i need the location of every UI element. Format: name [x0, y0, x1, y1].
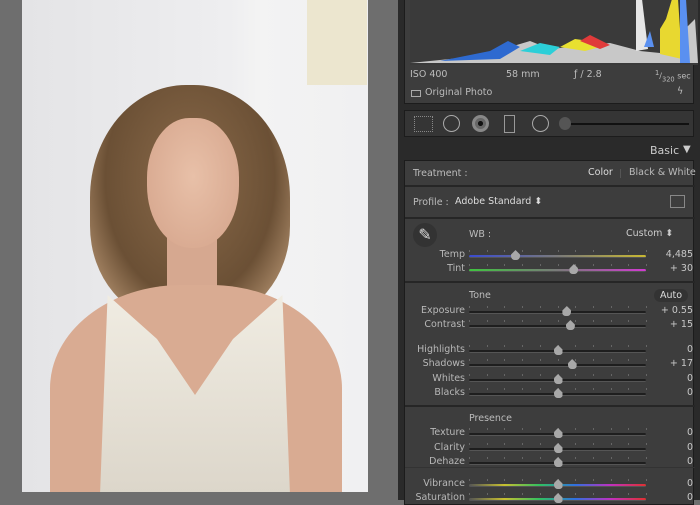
- clarity-slider[interactable]: [469, 443, 647, 453]
- highlights-value[interactable]: 0: [643, 344, 693, 355]
- texture-slider-handle[interactable]: [553, 428, 563, 438]
- dehaze-slider[interactable]: [469, 457, 647, 467]
- graduated-filter-icon[interactable]: [504, 115, 515, 133]
- highlights-slider[interactable]: [469, 345, 647, 355]
- shadows-label: Shadows: [422, 358, 465, 369]
- wb-dropdown[interactable]: Custom ⬍: [626, 228, 673, 239]
- exposure-label: Exposure: [421, 305, 465, 316]
- dehaze-label: Dehaze: [429, 456, 465, 467]
- treatment-label: Treatment :: [413, 168, 468, 179]
- spot-removal-icon[interactable]: [443, 115, 460, 132]
- focal-length-readout: 58 mm: [506, 69, 540, 80]
- histogram-panel: ISO 400 58 mm ƒ / 2.8 1/320 sec Original…: [404, 0, 698, 104]
- vibrance-slider[interactable]: [469, 479, 647, 489]
- original-photo-icon: [411, 90, 421, 97]
- dehaze-value[interactable]: 0: [643, 456, 693, 467]
- highlights-slider-handle[interactable]: [553, 345, 563, 355]
- face: [147, 118, 239, 248]
- tint-label: Tint: [447, 263, 465, 274]
- dehaze-slider-handle[interactable]: [553, 457, 563, 467]
- blacks-slider-handle[interactable]: [553, 388, 563, 398]
- saturation-slider-handle[interactable]: [553, 493, 563, 503]
- whites-slider-handle[interactable]: [553, 374, 563, 384]
- shadows-slider[interactable]: [469, 359, 647, 369]
- wb-label: WB :: [469, 229, 492, 240]
- adjustment-brush-slider[interactable]: [565, 123, 689, 125]
- blacks-label: Blacks: [434, 387, 465, 398]
- develop-right-panel: ISO 400 58 mm ƒ / 2.8 1/320 sec Original…: [398, 0, 700, 505]
- temp-slider[interactable]: [469, 250, 647, 260]
- auto-tone-button[interactable]: Auto: [654, 289, 689, 302]
- contrast-slider[interactable]: [469, 320, 647, 330]
- profile-dropdown[interactable]: Adobe Standard ⬍: [455, 196, 542, 207]
- blacks-slider[interactable]: [469, 388, 647, 398]
- exposure-slider[interactable]: [469, 306, 647, 316]
- basic-panel-title[interactable]: Basic: [650, 144, 679, 157]
- profile-label: Profile :: [413, 197, 449, 208]
- exposure-value[interactable]: + 0.55: [643, 305, 693, 316]
- original-photo-label[interactable]: Original Photo: [425, 87, 492, 98]
- temp-slider-handle[interactable]: [511, 250, 521, 260]
- clarity-value[interactable]: 0: [643, 442, 693, 453]
- clarity-slider-handle[interactable]: [553, 443, 563, 453]
- aperture-readout: ƒ / 2.8: [574, 69, 602, 80]
- tone-label: Tone: [469, 290, 491, 301]
- portrait-photo: [22, 0, 368, 492]
- highlights-label: Highlights: [417, 344, 465, 355]
- wall-frame: [307, 0, 367, 85]
- texture-slider[interactable]: [469, 428, 647, 438]
- collapse-triangle-icon[interactable]: ▼: [683, 144, 691, 155]
- basic-panel: Treatment : Color Black & White Profile …: [404, 160, 696, 505]
- saturation-value[interactable]: 0: [643, 492, 693, 503]
- wb-eyedropper-icon[interactable]: ✎: [413, 223, 437, 247]
- contrast-label: Contrast: [424, 319, 465, 330]
- shadows-value[interactable]: + 17: [643, 358, 693, 369]
- presence-label: Presence: [469, 413, 512, 424]
- divider: [620, 169, 621, 178]
- histogram-chart: [410, 0, 698, 65]
- tint-slider[interactable]: [469, 264, 647, 274]
- shutter-readout: 1/320 sec: [655, 69, 691, 84]
- vibrance-label: Vibrance: [423, 478, 465, 489]
- iso-readout: ISO 400: [410, 69, 448, 80]
- flash-icon: ϟ: [677, 86, 684, 97]
- texture-value[interactable]: 0: [643, 427, 693, 438]
- crop-overlay-icon[interactable]: [414, 116, 433, 132]
- tint-value[interactable]: + 30: [643, 263, 693, 274]
- contrast-slider-handle[interactable]: [565, 320, 575, 330]
- radial-filter-icon[interactable]: [532, 115, 549, 132]
- blacks-value[interactable]: 0: [643, 387, 693, 398]
- whites-value[interactable]: 0: [643, 373, 693, 384]
- exposure-slider-handle[interactable]: [562, 306, 572, 316]
- vibrance-slider-handle[interactable]: [553, 479, 563, 489]
- temp-label: Temp: [439, 249, 465, 260]
- vibrance-value[interactable]: 0: [643, 478, 693, 489]
- clarity-label: Clarity: [434, 442, 465, 453]
- whites-slider[interactable]: [469, 374, 647, 384]
- red-eye-icon[interactable]: [472, 115, 489, 132]
- photo-viewer: [0, 0, 398, 500]
- texture-label: Texture: [430, 427, 465, 438]
- temp-value[interactable]: 4,485: [643, 249, 693, 260]
- tint-slider-handle[interactable]: [569, 264, 579, 274]
- treatment-black-white[interactable]: Black & White: [629, 167, 696, 178]
- adjustment-brush-icon[interactable]: [559, 117, 571, 130]
- treatment-color[interactable]: Color: [588, 167, 613, 178]
- saturation-label: Saturation: [415, 492, 465, 503]
- whites-label: Whites: [432, 373, 465, 384]
- tool-strip: [404, 110, 694, 137]
- contrast-value[interactable]: + 15: [643, 319, 693, 330]
- profile-browser-icon[interactable]: [670, 195, 685, 208]
